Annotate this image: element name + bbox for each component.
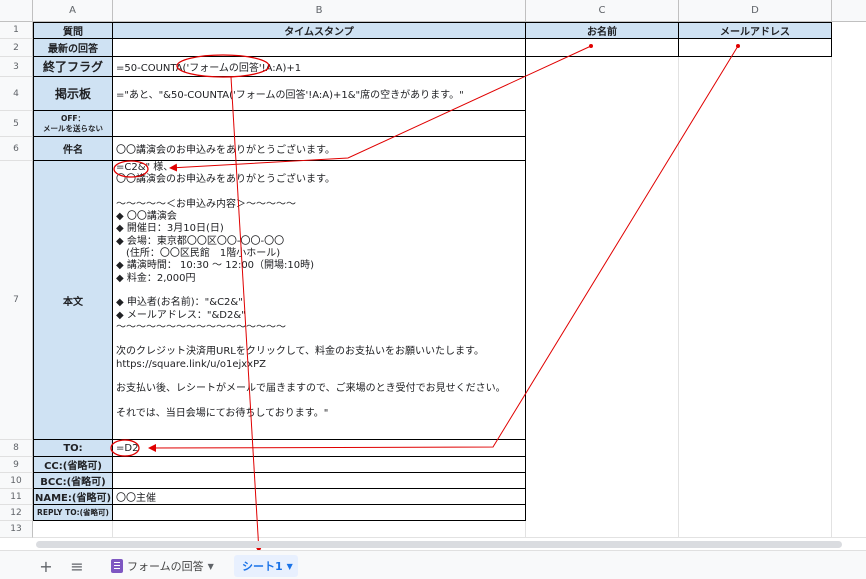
row-header-4[interactable]: 4 bbox=[0, 77, 33, 111]
cell-a1[interactable]: 質問 bbox=[33, 22, 113, 39]
sheet-tab-form-responses[interactable]: フォームの回答 ▼ bbox=[111, 555, 214, 577]
sheet-tab-label: フォームの回答 bbox=[127, 560, 204, 573]
cell-a7[interactable]: 本文 bbox=[33, 161, 113, 440]
cell-a5[interactable]: OFF： メールを送らない bbox=[33, 111, 113, 137]
cell-b2[interactable] bbox=[113, 39, 526, 57]
row-header-2[interactable]: 2 bbox=[0, 39, 33, 57]
all-sheets-button[interactable]: ≡ bbox=[67, 556, 87, 576]
row-header-6[interactable]: 6 bbox=[0, 137, 33, 161]
cell-b13[interactable] bbox=[113, 521, 526, 538]
row-header-12[interactable]: 12 bbox=[0, 505, 33, 521]
sheet-tab-sheet1[interactable]: シート1 ▼ bbox=[234, 555, 298, 577]
cell-a6[interactable]: 件名 bbox=[33, 137, 113, 161]
select-all-corner[interactable] bbox=[0, 0, 33, 22]
empty-range-d[interactable] bbox=[679, 57, 832, 538]
cell-b11[interactable]: 〇〇主催 bbox=[113, 489, 526, 505]
row-header-5[interactable]: 5 bbox=[0, 111, 33, 137]
cell-a9[interactable]: CC:(省略可) bbox=[33, 457, 113, 473]
cell-d2[interactable] bbox=[679, 39, 832, 57]
spreadsheet-grid: A B C D 1 2 3 4 5 6 7 8 9 10 11 12 13 質問… bbox=[0, 0, 866, 540]
cell-c2[interactable] bbox=[526, 39, 679, 57]
cell-a3[interactable]: 終了フラグ bbox=[33, 57, 113, 77]
sheet-tab-bar: + ≡ フォームの回答 ▼ シート1 ▼ bbox=[0, 550, 866, 579]
cell-b6[interactable]: 〇〇講演会のお申込みをありがとうございます。 bbox=[113, 137, 526, 161]
cell-a12[interactable]: REPLY TO:(省略可) bbox=[33, 505, 113, 521]
row-header-10[interactable]: 10 bbox=[0, 473, 33, 489]
horizontal-scrollbar[interactable] bbox=[36, 541, 842, 548]
row-header-7[interactable]: 7 bbox=[0, 161, 33, 440]
cell-a4[interactable]: 掲示板 bbox=[33, 77, 113, 111]
column-header-a[interactable]: A bbox=[33, 0, 113, 22]
cell-b4[interactable]: ="あと、"&50-COUNTA('フォームの回答'!A:A)+1&"席の空きが… bbox=[113, 77, 526, 111]
cell-a10[interactable]: BCC:(省略可) bbox=[33, 473, 113, 489]
row-header-11[interactable]: 11 bbox=[0, 489, 33, 505]
column-header-b[interactable]: B bbox=[113, 0, 526, 22]
column-header-c[interactable]: C bbox=[526, 0, 679, 22]
row-header-9[interactable]: 9 bbox=[0, 457, 33, 473]
cell-d1[interactable]: メールアドレス bbox=[679, 22, 832, 39]
empty-range-c[interactable] bbox=[526, 57, 679, 538]
chevron-down-icon[interactable]: ▼ bbox=[208, 562, 214, 571]
sheet-tab-label: シート1 bbox=[242, 560, 283, 573]
cell-b9[interactable] bbox=[113, 457, 526, 473]
plus-icon: + bbox=[39, 556, 53, 576]
row-header-8[interactable]: 8 bbox=[0, 440, 33, 457]
cell-a8[interactable]: TO: bbox=[33, 440, 113, 457]
cell-a11[interactable]: NAME:(省略可) bbox=[33, 489, 113, 505]
column-header-e[interactable] bbox=[832, 0, 866, 22]
cell-a13[interactable] bbox=[33, 521, 113, 538]
cell-b3[interactable]: =50-COUNTA('フォームの回答'!A:A)+1 bbox=[113, 57, 526, 77]
row-header-13[interactable]: 13 bbox=[0, 521, 33, 538]
cell-b5[interactable] bbox=[113, 111, 526, 137]
cell-c1[interactable]: お名前 bbox=[526, 22, 679, 39]
cell-b8[interactable]: =D2 bbox=[113, 440, 526, 457]
cell-b7[interactable]: =C2&" 様、 〇〇講演会のお申込みをありがとうございます。 〜〜〜〜〜＜お申… bbox=[113, 161, 526, 440]
column-header-d[interactable]: D bbox=[679, 0, 832, 22]
empty-range-e[interactable] bbox=[832, 22, 866, 538]
cell-a2[interactable]: 最新の回答 bbox=[33, 39, 113, 57]
form-icon bbox=[111, 559, 123, 573]
cell-b10[interactable] bbox=[113, 473, 526, 489]
row-header-3[interactable]: 3 bbox=[0, 57, 33, 77]
cell-b1[interactable]: タイムスタンプ bbox=[113, 22, 526, 39]
menu-icon: ≡ bbox=[70, 556, 84, 576]
chevron-down-icon[interactable]: ▼ bbox=[287, 562, 293, 571]
cell-b12[interactable] bbox=[113, 505, 526, 521]
add-sheet-button[interactable]: + bbox=[36, 556, 56, 576]
row-header-1[interactable]: 1 bbox=[0, 22, 33, 39]
